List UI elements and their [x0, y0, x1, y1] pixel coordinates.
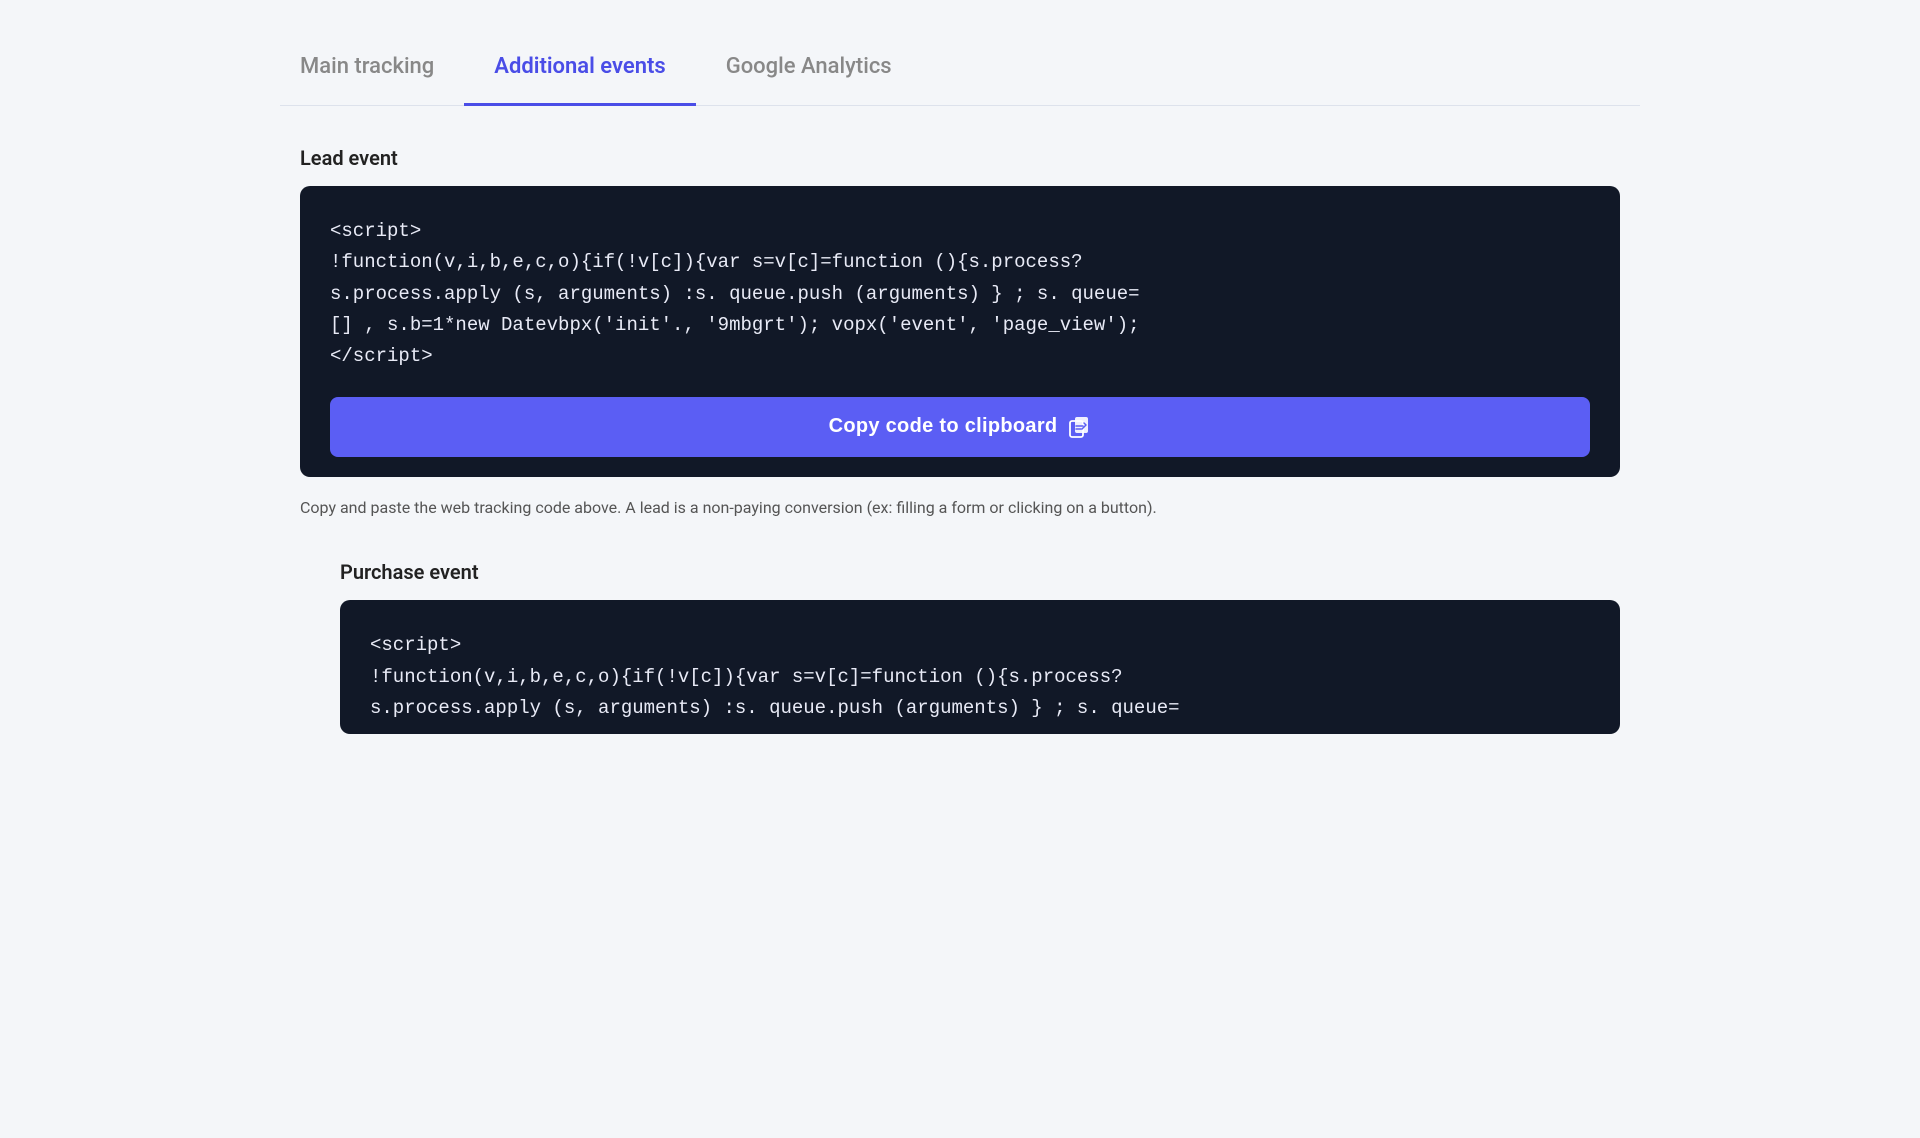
- lead-event-section: Lead event <script> !function(v,i,b,e,c,…: [300, 146, 1620, 520]
- purchase-event-title: Purchase event: [340, 560, 1620, 584]
- copy-lead-code-button[interactable]: Copy code to clipboard: [330, 397, 1590, 457]
- tab-main-tracking[interactable]: Main tracking: [280, 30, 464, 106]
- content-area: Lead event <script> !function(v,i,b,e,c,…: [280, 106, 1640, 774]
- page-wrapper: Main tracking Additional events Google A…: [240, 0, 1680, 774]
- tab-google-analytics[interactable]: Google Analytics: [696, 30, 922, 106]
- purchase-code-block: <script> !function(v,i,b,e,c,o){if(!v[c]…: [340, 600, 1620, 734]
- lead-code-content: <script> !function(v,i,b,e,c,o){if(!v[c]…: [330, 216, 1590, 373]
- tab-additional-events[interactable]: Additional events: [464, 30, 695, 106]
- clipboard-icon: [1067, 415, 1091, 439]
- lead-code-block: <script> !function(v,i,b,e,c,o){if(!v[c]…: [300, 186, 1620, 477]
- lead-event-title: Lead event: [300, 146, 1620, 170]
- purchase-event-section: Purchase event <script> !function(v,i,b,…: [340, 560, 1620, 734]
- tabs-container: Main tracking Additional events Google A…: [280, 0, 1640, 106]
- purchase-code-content: <script> !function(v,i,b,e,c,o){if(!v[c]…: [370, 630, 1590, 724]
- lead-description: Copy and paste the web tracking code abo…: [300, 495, 1600, 521]
